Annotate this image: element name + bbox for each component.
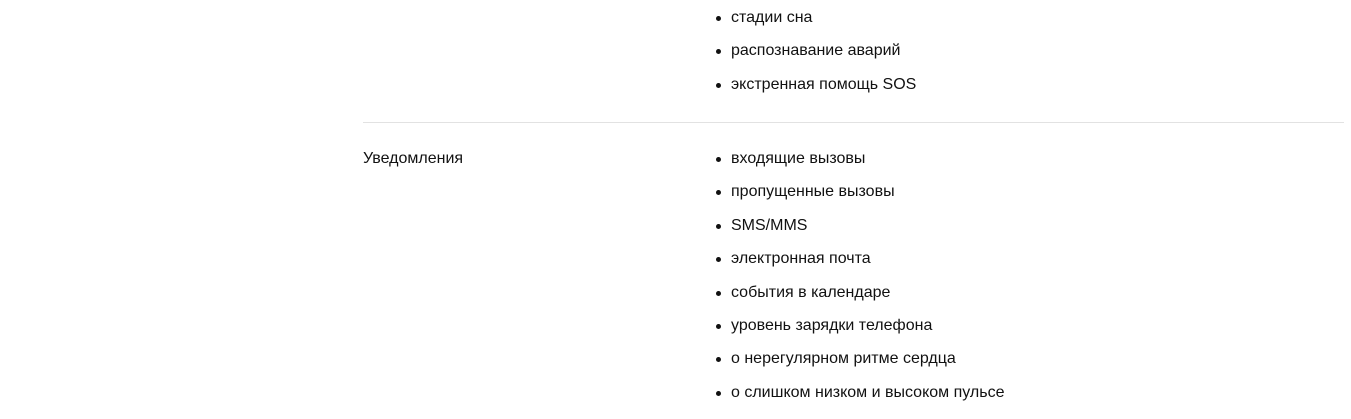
list-item: распознавание аварий xyxy=(715,41,916,74)
spec-row-health-features: стадии сна распознавание аварий экстренн… xyxy=(363,0,1344,122)
list-item: входящие вызовы xyxy=(715,149,1004,182)
list-item: о нерегулярном ритме сердца xyxy=(715,349,1004,382)
specs-page: стадии сна распознавание аварий экстренн… xyxy=(0,0,1351,419)
list-item: пропущенные вызовы xyxy=(715,182,1004,215)
list-item: стадии сна xyxy=(715,8,916,41)
spec-row-notifications: Уведомления входящие вызовы пропущенные … xyxy=(363,123,1344,419)
list-item: SMS/MMS xyxy=(715,216,1004,249)
list-item: события в календаре xyxy=(715,283,1004,316)
list-item: уровень зарядки телефона xyxy=(715,316,1004,349)
feature-list: стадии сна распознавание аварий экстренн… xyxy=(715,8,916,108)
notification-list: входящие вызовы пропущенные вызовы SMS/M… xyxy=(715,149,1004,416)
list-item: о слишком низком и высоком пульсе xyxy=(715,383,1004,416)
list-item: электронная почта xyxy=(715,249,1004,282)
row-label-notifications: Уведомления xyxy=(363,150,464,167)
list-item: экстренная помощь SOS xyxy=(715,75,916,108)
